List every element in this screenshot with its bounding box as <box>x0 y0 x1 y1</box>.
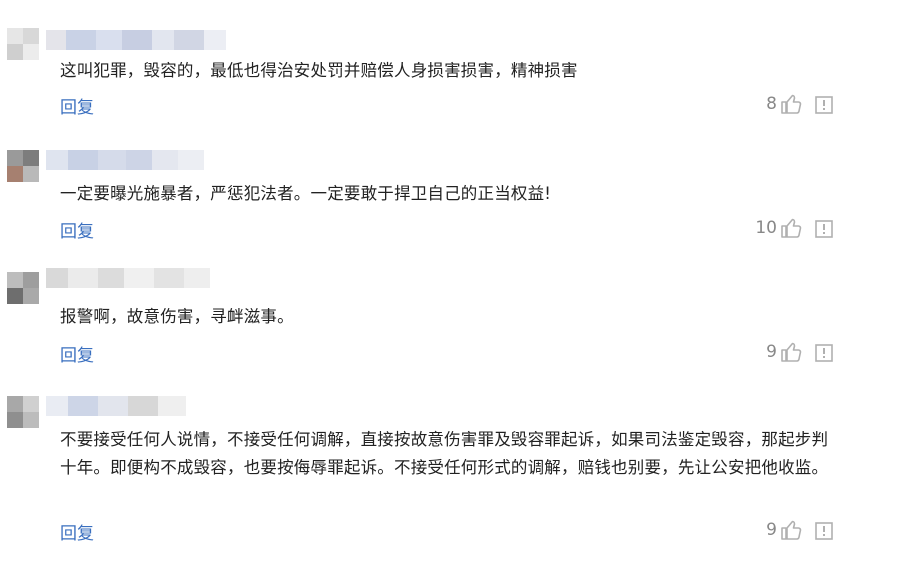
report-icon[interactable] <box>815 344 833 362</box>
comment-text: 不要接受任何人说情，不接受任何调解，直接按故意伤害罪及毁容罪起诉，如果司法鉴定毁… <box>60 430 829 477</box>
username-blurred[interactable] <box>46 268 221 288</box>
like-count: 8 <box>766 94 777 114</box>
avatar[interactable] <box>7 28 39 60</box>
avatar[interactable] <box>7 272 39 304</box>
like-count: 9 <box>766 520 777 540</box>
like-count: 10 <box>755 218 777 238</box>
comment-text: 这叫犯罪，毁容的，最低也得治安处罚并赔偿人身损害损害，精神损害 <box>60 61 578 80</box>
reply-button[interactable]: 回复 <box>60 93 94 118</box>
like-count: 9 <box>766 342 777 362</box>
username-blurred[interactable] <box>46 396 186 416</box>
thumbs-up-icon[interactable] <box>780 217 802 239</box>
report-icon[interactable] <box>815 220 833 238</box>
thumbs-up-icon[interactable] <box>780 93 802 115</box>
thumbs-up-icon[interactable] <box>780 519 802 541</box>
reply-button[interactable]: 回复 <box>60 519 94 544</box>
report-icon[interactable] <box>815 96 833 114</box>
username-blurred[interactable] <box>46 150 204 170</box>
reply-button[interactable]: 回复 <box>60 341 94 366</box>
username-blurred[interactable] <box>46 30 236 50</box>
report-icon[interactable] <box>815 522 833 540</box>
avatar[interactable] <box>7 150 39 182</box>
comment-text: 报警啊，故意伤害，寻衅滋事。 <box>60 307 294 326</box>
comment-text: 一定要曝光施暴者，严惩犯法者。一定要敢于捍卫自己的正当权益! <box>60 184 552 203</box>
avatar[interactable] <box>7 396 39 428</box>
reply-button[interactable]: 回复 <box>60 217 94 242</box>
thumbs-up-icon[interactable] <box>780 341 802 363</box>
